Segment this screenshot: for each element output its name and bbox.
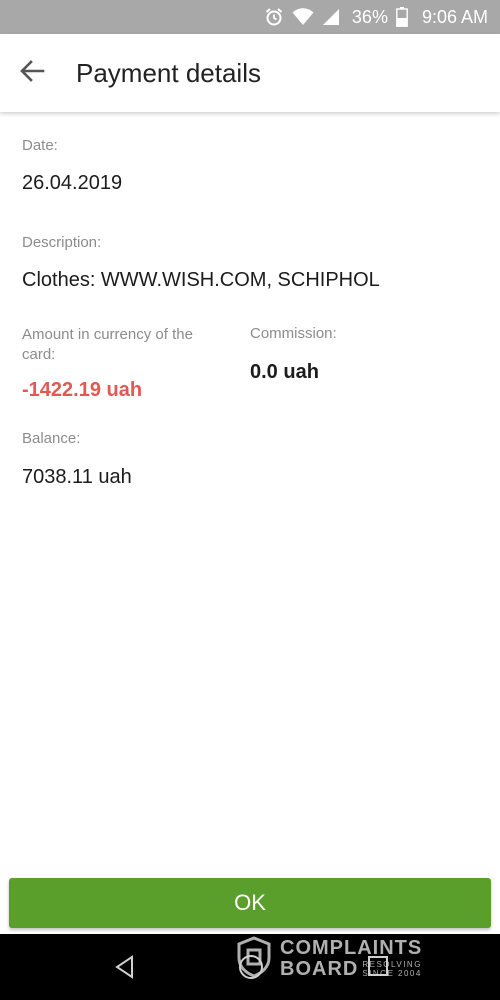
app-bar: Payment details <box>0 34 500 112</box>
cell-signal-icon <box>322 8 340 26</box>
balance-value: 7038.11 uah <box>22 466 132 488</box>
watermark-tagline: RESOLVING SINCE 2004 <box>362 960 422 978</box>
shield-logo-icon <box>236 935 272 983</box>
amount-label: Amount in currency of the card: <box>22 326 193 363</box>
watermark-text: COMPLAINTS BOARD RESOLVING SINCE 2004 <box>280 938 422 980</box>
wifi-icon <box>292 8 314 26</box>
watermark-line1: COMPLAINTS <box>280 937 423 959</box>
battery-icon <box>396 7 408 27</box>
balance-label: Balance: <box>22 430 81 447</box>
date-label: Date: <box>22 137 58 154</box>
watermark-row2: BOARD RESOLVING SINCE 2004 <box>280 958 422 980</box>
watermark-tag2: SINCE 2004 <box>362 969 422 978</box>
status-bar: 36% 9:06 AM <box>0 0 500 34</box>
nav-back-icon[interactable] <box>112 954 138 980</box>
watermark-tag1: RESOLVING <box>362 960 422 969</box>
battery-percent: 36% <box>351 6 388 27</box>
description-label: Description: <box>22 234 102 251</box>
commission-label: Commission: <box>250 325 337 342</box>
commission-value: 0.0 uah <box>250 361 319 383</box>
back-button[interactable] <box>2 43 62 103</box>
complaints-board-watermark: COMPLAINTS BOARD RESOLVING SINCE 2004 <box>236 935 456 983</box>
alarm-clock-icon <box>264 7 284 27</box>
description-value: Clothes: WWW.WISH.COM, SCHIPHOL <box>22 269 380 291</box>
arrow-left-icon <box>19 58 45 89</box>
amount-value: -1422.19 uah <box>22 379 143 401</box>
watermark-line2: BOARD <box>280 958 359 980</box>
payment-details-screen: 36% 9:06 AM Payment details Date: 26.04.… <box>0 0 500 1000</box>
clock-time: 9:06 AM <box>421 6 488 27</box>
date-value: 26.04.2019 <box>22 172 123 194</box>
ok-button[interactable]: OK <box>9 878 491 928</box>
page-title: Payment details <box>76 57 261 88</box>
